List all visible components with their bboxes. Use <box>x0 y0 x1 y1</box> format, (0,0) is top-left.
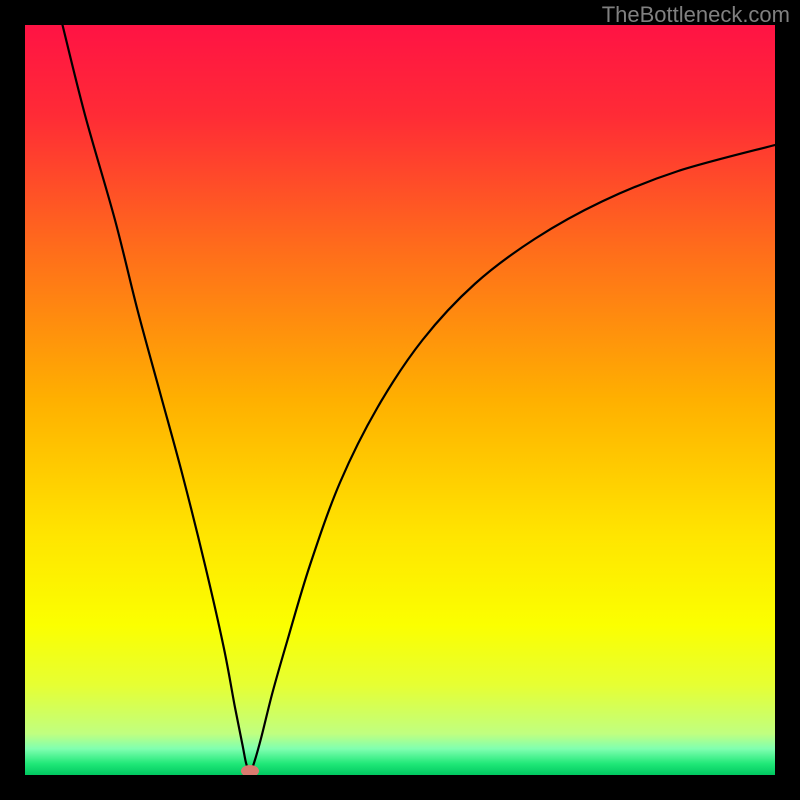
watermark: TheBottleneck.com <box>602 2 790 28</box>
minimum-marker <box>241 765 259 775</box>
bottleneck-curve <box>25 25 775 775</box>
chart-frame: TheBottleneck.com <box>0 0 800 800</box>
plot-area <box>25 25 775 775</box>
